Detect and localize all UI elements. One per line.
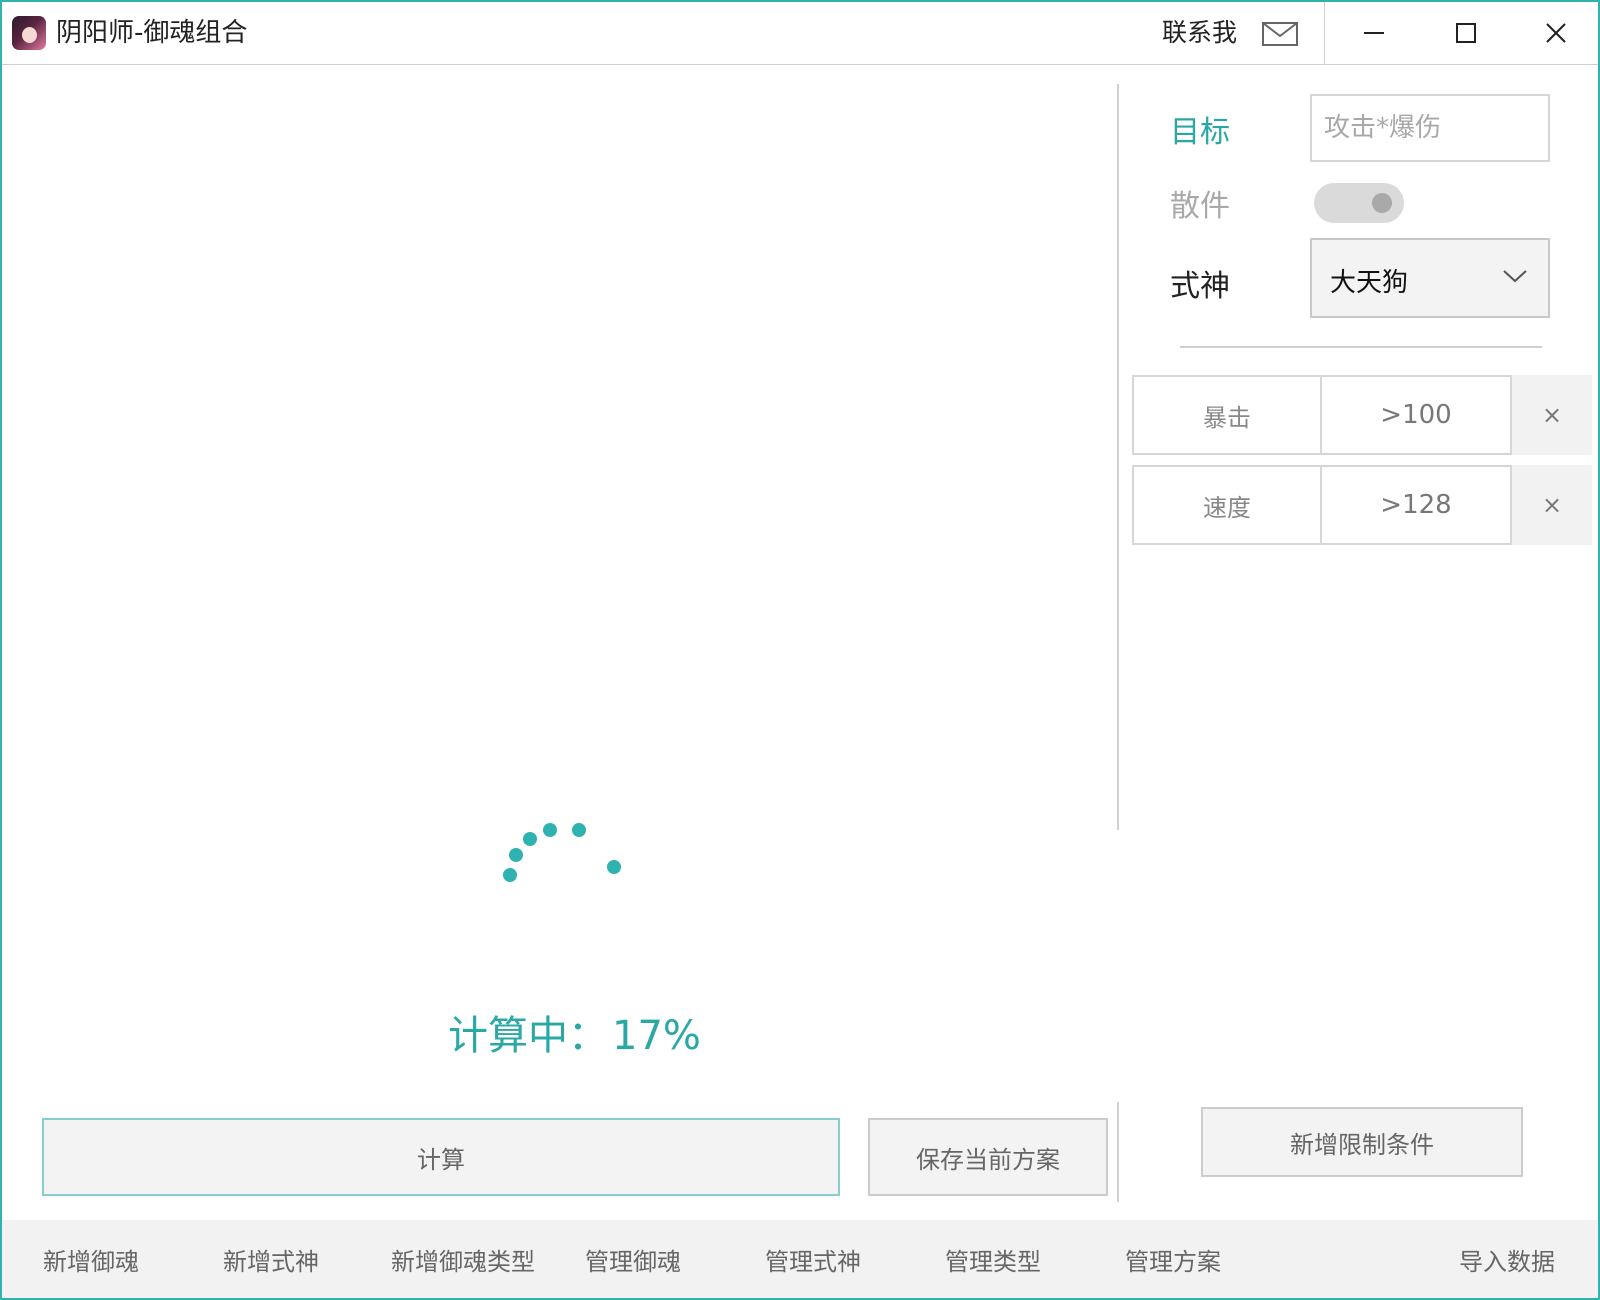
condition-value[interactable]: >128 bbox=[1320, 465, 1512, 545]
maximize-icon bbox=[1456, 23, 1476, 43]
condition-remove-button[interactable]: × bbox=[1512, 375, 1592, 455]
window-title: 阴阳师-御魂组合 bbox=[56, 18, 248, 48]
close-button[interactable] bbox=[1510, 2, 1598, 64]
mail-icon[interactable] bbox=[1262, 22, 1298, 46]
bottom-nav: 新增御魂 新增式神 新增御魂类型 管理御魂 管理式神 管理类型 管理方案 导入数… bbox=[2, 1220, 1598, 1298]
minimize-icon bbox=[1364, 32, 1384, 34]
close-icon bbox=[1546, 23, 1566, 43]
minimize-button[interactable] bbox=[1328, 2, 1420, 64]
settings-panel: 目标 散件 式神 大天狗 暴击 >100 × 速度 >128 × bbox=[1120, 65, 1598, 1220]
panel-divider-top bbox=[1117, 84, 1119, 830]
maximize-button[interactable] bbox=[1420, 2, 1512, 64]
toggle-knob bbox=[1372, 193, 1392, 213]
nav-manage-types[interactable]: 管理类型 bbox=[928, 1220, 1058, 1298]
save-plan-button[interactable]: 保存当前方案 bbox=[868, 1118, 1108, 1196]
progress-status: 计算中： 17% bbox=[448, 1003, 701, 1061]
condition-name: 暴击 bbox=[1132, 375, 1322, 455]
nav-add-mitama[interactable]: 新增御魂 bbox=[26, 1220, 156, 1298]
add-condition-button[interactable]: 新增限制条件 bbox=[1201, 1107, 1523, 1177]
nav-add-shiki[interactable]: 新增式神 bbox=[206, 1220, 336, 1298]
condition-remove-button[interactable]: × bbox=[1512, 465, 1592, 545]
main-area: 计算中： 17% 计算 保存当前方案 bbox=[2, 65, 1120, 1220]
calculate-button[interactable]: 计算 bbox=[42, 1118, 840, 1196]
shiki-selected-value: 大天狗 bbox=[1330, 268, 1409, 298]
titlebar-separator bbox=[1324, 2, 1325, 64]
nav-import-data[interactable]: 导入数据 bbox=[1442, 1220, 1572, 1298]
condition-name: 速度 bbox=[1132, 465, 1322, 545]
chevron-down-icon bbox=[1503, 270, 1527, 283]
title-bar: 阴阳师-御魂组合 联系我 bbox=[2, 2, 1598, 65]
progress-label: 计算中： bbox=[448, 1013, 608, 1059]
condition-row: 速度 >128 × bbox=[1132, 465, 1592, 545]
loose-toggle[interactable] bbox=[1314, 183, 1404, 223]
condition-row: 暴击 >100 × bbox=[1132, 375, 1592, 455]
panel-divider-bottom bbox=[1117, 1102, 1119, 1202]
shiki-select[interactable]: 大天狗 bbox=[1310, 238, 1550, 318]
app-window: 阴阳师-御魂组合 联系我 计算中： 17% 计算 保存当前方案 目标 攻击*爆伤… bbox=[0, 0, 1600, 1300]
nav-manage-mitama[interactable]: 管理御魂 bbox=[568, 1220, 698, 1298]
nav-manage-plans[interactable]: 管理方案 bbox=[1108, 1220, 1238, 1298]
target-label: 目标 bbox=[1170, 115, 1230, 150]
progress-percent: 17% bbox=[612, 1013, 701, 1059]
contact-link[interactable]: 联系我 bbox=[1162, 16, 1237, 50]
nav-add-mitama-type[interactable]: 新增御魂类型 bbox=[378, 1220, 548, 1298]
condition-value[interactable]: >100 bbox=[1320, 375, 1512, 455]
section-divider bbox=[1180, 346, 1542, 348]
shiki-label: 式神 bbox=[1170, 269, 1230, 304]
nav-manage-shiki[interactable]: 管理式神 bbox=[748, 1220, 878, 1298]
target-input[interactable] bbox=[1310, 94, 1550, 162]
app-logo-icon bbox=[12, 16, 46, 50]
loose-label: 散件 bbox=[1170, 189, 1230, 224]
